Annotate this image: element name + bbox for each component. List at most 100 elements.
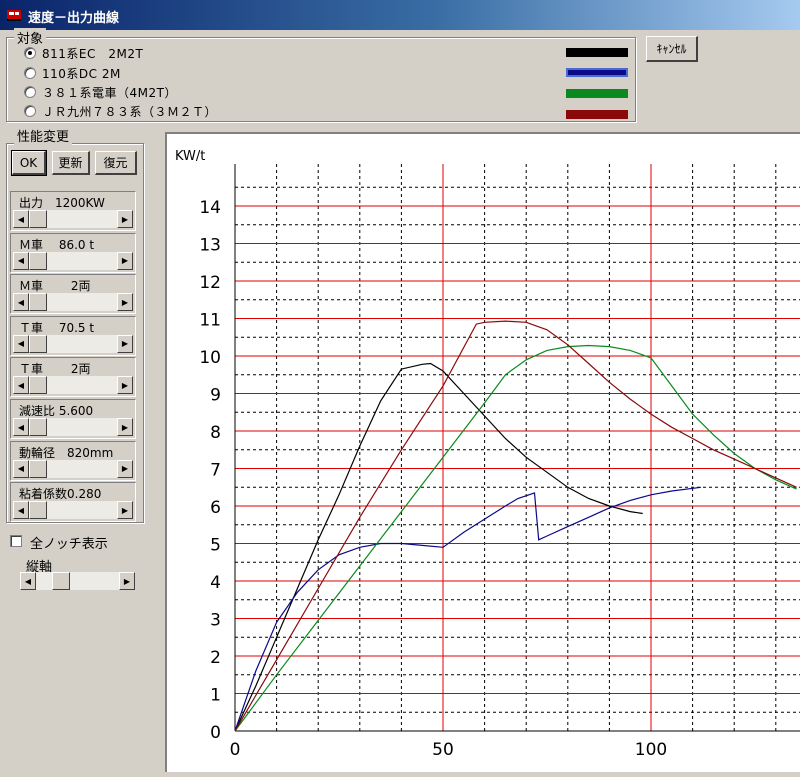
param-label: Ｍ車 2両 (19, 279, 91, 294)
scroll-left-button[interactable]: ◀ (13, 334, 29, 353)
scroll-thumb[interactable] (29, 293, 47, 312)
y-tick-label: 7 (210, 461, 221, 481)
y-axis-label: KW/t (175, 149, 205, 164)
scroll-left-button[interactable]: ◀ (13, 251, 29, 270)
scroll-right-button[interactable]: ▶ (117, 293, 133, 312)
y-tick-label: 10 (199, 348, 221, 368)
scroll-left-button[interactable]: ◀ (13, 293, 29, 312)
scroll-thumb[interactable] (52, 572, 70, 590)
radio-label: ３８１系電車（4M2T） (42, 85, 177, 100)
param-slider[interactable]: ◀ ▶ (13, 334, 133, 353)
y-tick-label: 9 (210, 386, 221, 406)
radio-110[interactable]: 110系DC 2M (24, 64, 121, 82)
vertical-axis-slider[interactable]: ◀ ▶ (20, 572, 135, 590)
x-tick-label: 0 (230, 740, 241, 760)
scroll-thumb[interactable] (29, 210, 47, 228)
cancel-button[interactable]: ｷｬﾝｾﾙ (646, 36, 698, 62)
y-tick-label: 14 (199, 198, 221, 218)
param-slider[interactable]: ◀ ▶ (13, 210, 133, 228)
param-slider[interactable]: ◀ ▶ (13, 501, 133, 520)
scroll-right-button[interactable]: ▶ (117, 251, 133, 270)
radio-button[interactable] (24, 86, 36, 98)
param-label: 出力 1200KW (19, 196, 105, 210)
scroll-left-button[interactable]: ◀ (20, 572, 36, 590)
param-0: 出力 1200KW ◀ ▶ (10, 191, 136, 231)
param-7: 粘着係数0.280 ◀ ▶ (10, 482, 136, 523)
swatch-110 (566, 68, 628, 77)
param-3: Ｔ車 70.5 t ◀ ▶ (10, 315, 136, 356)
param-label: 粘着係数0.280 (19, 487, 102, 502)
param-1: Ｍ車 86.0 t ◀ ▶ (10, 232, 136, 273)
y-tick-label: 4 (210, 573, 221, 593)
scroll-right-button[interactable]: ▶ (119, 572, 135, 590)
radio-label: ＪＲ九州７８３系（３Ｍ２Ｔ） (42, 104, 218, 119)
performance-group-label: 性能変更 (14, 126, 73, 145)
param-label: 動輪径 820mm (19, 445, 114, 460)
restore-button[interactable]: 復元 (95, 151, 137, 175)
radio-811[interactable]: 811系EC 2M2T (24, 44, 143, 62)
speed-power-chart: 012345678910111213140 50 100KW/t (175, 149, 800, 760)
all-notch-checkbox[interactable] (10, 535, 22, 547)
scroll-right-button[interactable]: ▶ (117, 459, 133, 478)
param-label: Ｍ車 86.0 t (19, 237, 95, 252)
scroll-thumb[interactable] (29, 418, 47, 436)
param-slider[interactable]: ◀ ▶ (13, 251, 133, 270)
radio-783[interactable]: ＪＲ九州７８３系（３Ｍ２Ｔ） (24, 102, 217, 120)
scroll-right-button[interactable]: ▶ (117, 376, 133, 395)
param-4: Ｔ車 2両 ◀ ▶ (10, 357, 136, 398)
y-tick-label: 3 (210, 611, 221, 631)
param-label: Ｔ車 2両 (19, 362, 91, 377)
x-tick-label: 50 (432, 740, 454, 760)
y-tick-label: 2 (210, 648, 221, 668)
app-icon (7, 10, 21, 21)
param-6: 動輪径 820mm ◀ ▶ (10, 440, 136, 481)
scroll-left-button[interactable]: ◀ (13, 418, 29, 436)
series-line-1 (234, 486, 701, 732)
radio-label: 110系DC 2M (42, 66, 121, 81)
y-tick-label: 11 (199, 311, 221, 331)
param-label: 減速比 5.600 (19, 404, 94, 418)
series-line-3 (234, 320, 797, 732)
swatch-381 (566, 89, 628, 98)
param-slider[interactable]: ◀ ▶ (13, 418, 133, 436)
swatch-783 (566, 110, 628, 119)
y-tick-label: 5 (210, 536, 221, 556)
radio-label: 811系EC 2M2T (42, 46, 144, 61)
y-tick-label: 6 (210, 498, 221, 518)
scroll-right-button[interactable]: ▶ (117, 418, 133, 436)
scroll-right-button[interactable]: ▶ (117, 210, 133, 228)
param-label: Ｔ車 70.5 t (19, 320, 95, 335)
chart-panel: 0 1 2 3 4 5 6 7 8 9 10 11 12 13 14 0 50 100 KW/t (165, 132, 800, 772)
scroll-left-button[interactable]: ◀ (13, 459, 29, 478)
param-2: Ｍ車 2両 ◀ ▶ (10, 274, 136, 315)
scroll-thumb[interactable] (29, 251, 47, 270)
update-button[interactable]: 更新 (52, 151, 90, 175)
y-tick-label: 13 (199, 236, 221, 256)
scroll-left-button[interactable]: ◀ (13, 376, 29, 395)
scroll-thumb[interactable] (29, 459, 47, 478)
y-tick-label: 1 (210, 686, 221, 706)
ok-button[interactable]: OK (11, 150, 47, 176)
scroll-thumb[interactable] (29, 376, 47, 395)
radio-button[interactable] (24, 67, 36, 79)
y-tick-label: 0 (210, 723, 221, 743)
y-tick-label: 8 (210, 423, 221, 443)
scroll-right-button[interactable]: ▶ (117, 501, 133, 520)
radio-button[interactable] (24, 47, 36, 59)
window-title: 速度－出力曲線 (28, 11, 120, 26)
y-tick-label: 12 (199, 273, 221, 293)
x-tick-label: 100 (635, 740, 667, 760)
param-slider[interactable]: ◀ ▶ (13, 293, 133, 312)
param-5: 減速比 5.600 ◀ ▶ (10, 399, 136, 439)
scroll-left-button[interactable]: ◀ (13, 210, 29, 228)
swatch-811 (566, 48, 628, 57)
scroll-thumb[interactable] (29, 334, 47, 353)
scroll-right-button[interactable]: ▶ (117, 334, 133, 353)
title-bar[interactable]: 速度－出力曲線 (0, 0, 800, 30)
param-slider[interactable]: ◀ ▶ (13, 376, 133, 395)
radio-381[interactable]: ３８１系電車（4M2T） (24, 83, 177, 101)
scroll-left-button[interactable]: ◀ (13, 501, 29, 520)
radio-button[interactable] (24, 105, 36, 117)
param-slider[interactable]: ◀ ▶ (13, 459, 133, 478)
scroll-thumb[interactable] (29, 501, 47, 520)
